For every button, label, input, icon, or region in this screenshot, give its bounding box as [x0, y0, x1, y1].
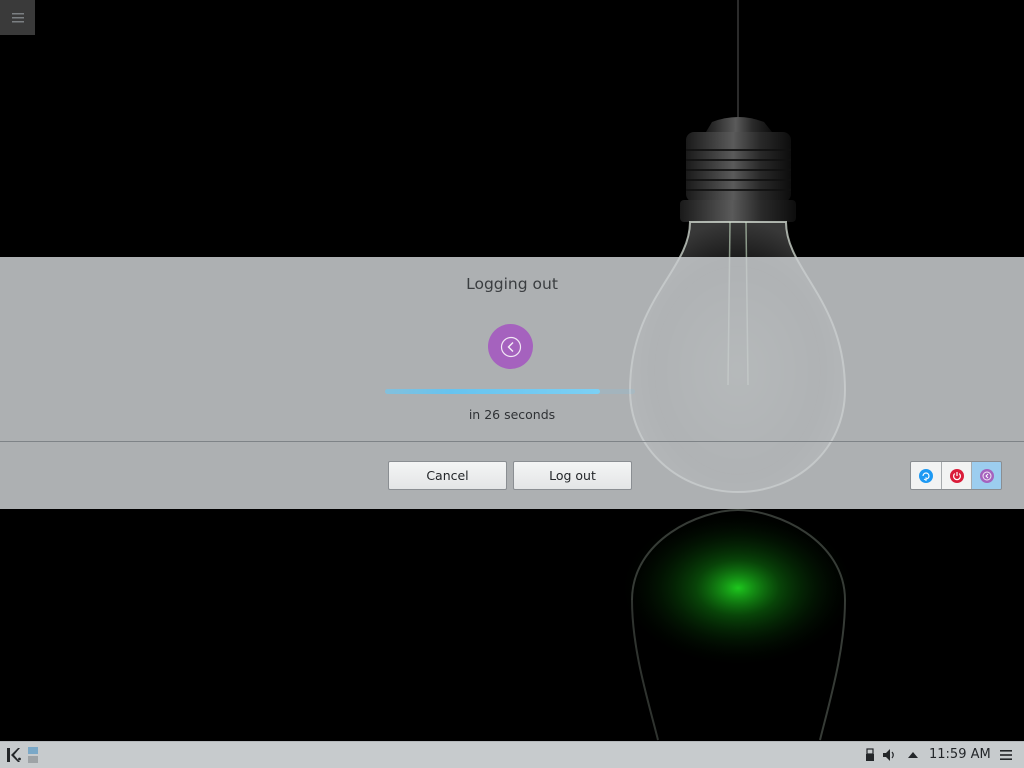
- logout-dialog: Logging out in 26 seconds Cancel Log out: [0, 257, 1024, 509]
- logout-button[interactable]: Log out: [513, 461, 632, 490]
- countdown-progress-bar: [385, 389, 635, 394]
- pager-desktop-1[interactable]: [28, 747, 38, 754]
- hamburger-menu-icon: [11, 12, 24, 22]
- volume-icon[interactable]: [881, 747, 897, 763]
- logout-arrow-icon: [500, 336, 521, 357]
- dialog-title: Logging out: [466, 275, 558, 293]
- panel-divider: [0, 441, 1024, 442]
- switch-user-mode-button[interactable]: [911, 462, 941, 489]
- pager-desktop-2[interactable]: [28, 756, 38, 763]
- usb-device-icon[interactable]: [862, 747, 878, 763]
- shutdown-mode-button[interactable]: [941, 462, 971, 489]
- power-icon: [949, 468, 964, 483]
- virtual-desktop-pager[interactable]: [26, 745, 40, 765]
- countdown-progress-fill: [385, 389, 600, 394]
- cancel-button[interactable]: Cancel: [388, 461, 507, 490]
- countdown-text: in 26 seconds: [468, 407, 556, 422]
- menu-icon[interactable]: [998, 747, 1014, 763]
- logout-action-indicator: [488, 324, 533, 369]
- show-hidden-icons-arrow[interactable]: [905, 747, 921, 763]
- app-launcher-icon[interactable]: [4, 745, 24, 765]
- desktop-toolbox-button[interactable]: [0, 0, 35, 35]
- clock[interactable]: 11:59 AM: [929, 747, 991, 762]
- logout-mode-selector: [910, 461, 1002, 490]
- logout-icon: [979, 468, 994, 483]
- logout-mode-button[interactable]: [971, 462, 1001, 489]
- switch-user-icon: [919, 468, 933, 483]
- taskbar: 11:59 AM: [0, 741, 1024, 768]
